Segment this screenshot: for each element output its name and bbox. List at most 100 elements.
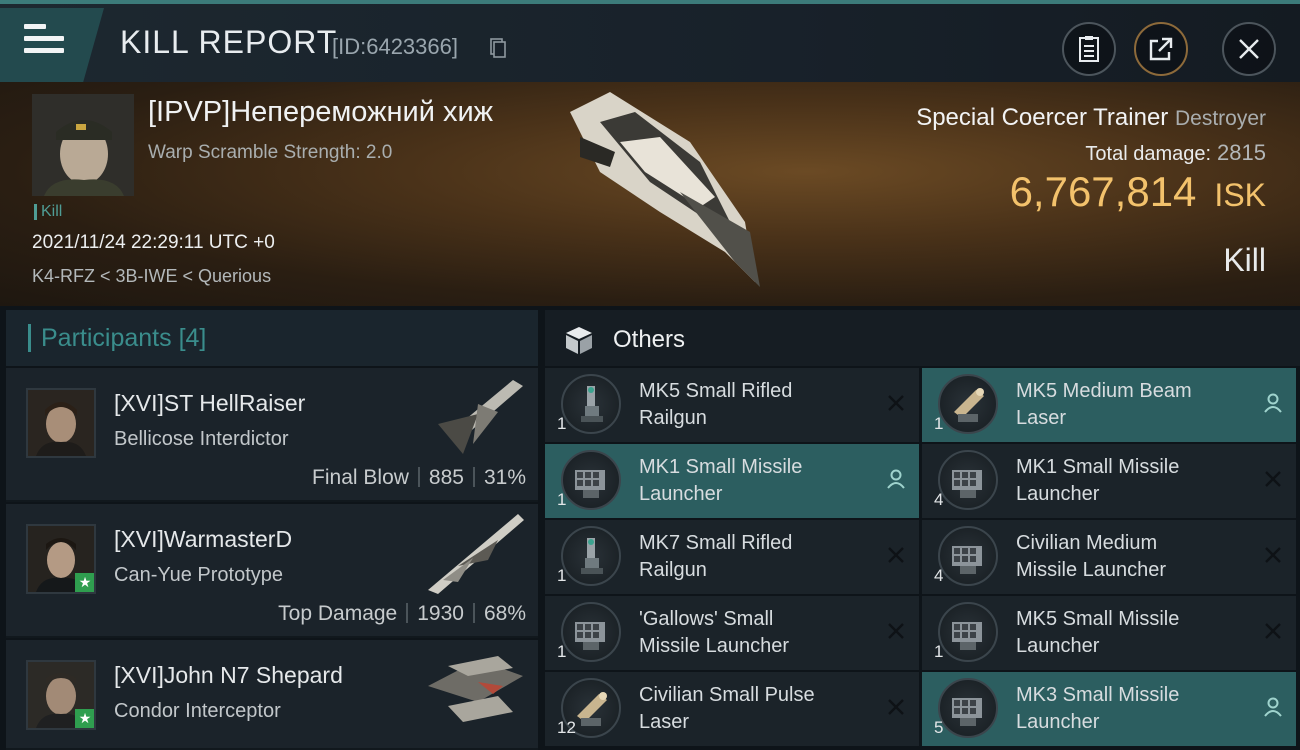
participant-row[interactable]: ★ [XVI]WarmasterD Can-Yue Prototype Top … <box>6 504 538 638</box>
participant-ship-image <box>428 656 523 722</box>
participant-avatar[interactable] <box>26 388 96 458</box>
participant-damage: 1930 <box>417 602 464 625</box>
item-name-line2: Launcher <box>639 483 723 505</box>
participant-ship: Can-Yue Prototype <box>114 564 283 586</box>
item-name-line2: Railgun <box>639 407 707 429</box>
total-damage: Total damage: 2815 <box>1085 140 1266 166</box>
header-bar: KILL REPORT [ID:6423366] <box>0 0 1300 82</box>
item-name: MK5 Medium Beam Laser <box>1016 378 1256 432</box>
item-name: Civilian Small Pulse Laser <box>639 682 879 736</box>
participant-avatar[interactable]: ★ <box>26 660 96 730</box>
participants-header: Participants [4] <box>6 310 538 366</box>
item-quantity: 1 <box>934 642 944 661</box>
item-name-line1: Civilian Small Pulse <box>639 684 815 706</box>
warp-scramble-strength: Warp Scramble Strength: 2.0 <box>148 142 393 163</box>
cube-icon <box>566 327 592 354</box>
destroyed-x-icon <box>1265 547 1281 563</box>
item-tile[interactable]: 4 Civilian Medium Missile Launcher <box>922 520 1296 594</box>
item-name-line2: Missile Launcher <box>1016 559 1167 581</box>
victim-name[interactable]: [IPVP]Непереможний хиж <box>148 96 493 129</box>
victim-ship-name[interactable]: Special Coercer Trainer <box>916 104 1168 131</box>
item-name-line2: Railgun <box>639 559 707 581</box>
kill-result: Kill <box>1223 242 1266 278</box>
railgun-icon-art <box>581 538 603 574</box>
victim-ship-class: Destroyer <box>1174 107 1266 130</box>
item-name-line1: Civilian Medium <box>1016 532 1158 554</box>
others-panel: Others 1 MK5 Small Rifled Railgun 1 MK5 Medi… <box>545 310 1300 750</box>
item-name-line1: MK1 Small Missile <box>1016 456 1180 478</box>
participants-panel: Participants [4] [XVI]ST HellRaiser Bell… <box>6 310 538 750</box>
item-name-line2: Launcher <box>1016 711 1100 733</box>
destroyed-x-icon <box>1265 623 1281 639</box>
missile-launcher-icon-art <box>575 470 605 498</box>
item-tile[interactable]: 1 MK7 Small Rifled Railgun <box>545 520 919 594</box>
participant-ship-image <box>428 514 524 594</box>
kill-datetime: 2021/11/24 22:29:11 UTC +0 <box>32 232 275 253</box>
railgun-icon-art <box>581 386 603 422</box>
clipboard-button[interactable] <box>1062 22 1116 76</box>
page-title: KILL REPORT <box>120 24 338 60</box>
participant-ship: Bellicose Interdictor <box>114 428 289 450</box>
item-tile[interactable]: 12 Civilian Small Pulse Laser <box>545 672 919 746</box>
victim-banner: [IPVP]Непереможний хиж Warp Scramble Str… <box>0 82 1300 306</box>
participant-percent: 31% <box>483 466 526 489</box>
participant-name[interactable]: [XVI]WarmasterD <box>114 526 292 553</box>
isk-unit: ISK <box>1214 177 1266 213</box>
item-quantity: 1 <box>557 414 567 433</box>
others-title: Others <box>613 326 686 353</box>
participant-row[interactable]: ★ [XVI]John N7 Shepard Condor Intercepto… <box>6 640 538 750</box>
participant-ship-image <box>438 380 523 454</box>
hamburger-menu-icon[interactable] <box>24 24 64 58</box>
participant-stats: Top Damage 1930 68% <box>278 602 526 626</box>
item-quantity: 4 <box>934 490 944 509</box>
clipboard-icon <box>1079 36 1099 62</box>
victim-avatar[interactable] <box>32 94 134 196</box>
participant-avatar[interactable]: ★ <box>26 524 96 594</box>
victim-ship-image <box>570 92 760 287</box>
item-quantity: 1 <box>934 414 944 433</box>
item-name: Civilian Medium Missile Launcher <box>1016 530 1256 584</box>
missile-launcher-icon-art <box>575 622 605 650</box>
item-name: MK1 Small Missile Launcher <box>1016 454 1256 508</box>
item-tile[interactable]: 1 'Gallows' Small Missile Launcher <box>545 596 919 670</box>
item-name: 'Gallows' Small Missile Launcher <box>639 606 879 660</box>
participants-count: [4] <box>178 324 207 352</box>
item-tile[interactable]: 1 MK5 Small Rifled Railgun <box>545 368 919 442</box>
participant-row[interactable]: [XVI]ST HellRaiser Bellicose Interdictor… <box>6 368 538 502</box>
report-id: [ID:6423366] <box>332 34 458 59</box>
person-icon <box>1264 697 1282 717</box>
item-tile[interactable]: 1 MK5 Medium Beam Laser <box>922 368 1296 442</box>
star-badge-icon: ★ <box>75 573 94 592</box>
item-tile[interactable]: 5 MK3 Small Missile Launcher <box>922 672 1296 746</box>
item-name-line1: MK1 Small Missile <box>639 456 803 478</box>
item-tile[interactable]: 4 MK1 Small Missile Launcher <box>922 444 1296 518</box>
total-damage-label: Total damage: <box>1085 143 1212 165</box>
destroyed-x-icon <box>888 623 904 639</box>
laser-icon-art <box>954 388 984 422</box>
destroyed-x-icon <box>1265 471 1281 487</box>
close-icon <box>1239 39 1259 59</box>
item-name-line1: MK7 Small Rifled <box>639 532 793 554</box>
item-tile[interactable]: 1 MK1 Small Missile Launcher <box>545 444 919 518</box>
item-name-line1: 'Gallows' Small <box>639 608 774 630</box>
close-button[interactable] <box>1222 22 1276 76</box>
item-name: MK5 Small Rifled Railgun <box>639 378 879 432</box>
participant-damage: 885 <box>428 466 464 489</box>
star-badge-icon: ★ <box>75 709 94 728</box>
item-name: MK7 Small Rifled Railgun <box>639 530 879 584</box>
item-name-line2: Launcher <box>1016 635 1100 657</box>
item-name-line1: MK5 Medium Beam <box>1016 380 1192 402</box>
participant-name[interactable]: [XVI]John N7 Shepard <box>114 662 343 689</box>
participant-name[interactable]: [XVI]ST HellRaiser <box>114 390 305 417</box>
copy-icon[interactable] <box>490 38 506 58</box>
item-name: MK1 Small Missile Launcher <box>639 454 879 508</box>
participant-role: Final Blow <box>312 466 409 489</box>
person-icon <box>1264 393 1282 413</box>
share-button[interactable] <box>1134 22 1188 76</box>
person-icon <box>887 469 905 489</box>
destroyed-x-icon <box>888 395 904 411</box>
item-quantity: 1 <box>557 566 567 585</box>
missile-launcher-icon-art <box>952 546 982 574</box>
item-tile[interactable]: 1 MK5 Small Missile Launcher <box>922 596 1296 670</box>
kill-location[interactable]: K4-RFZ < 3B-IWE < Querious <box>32 266 271 287</box>
